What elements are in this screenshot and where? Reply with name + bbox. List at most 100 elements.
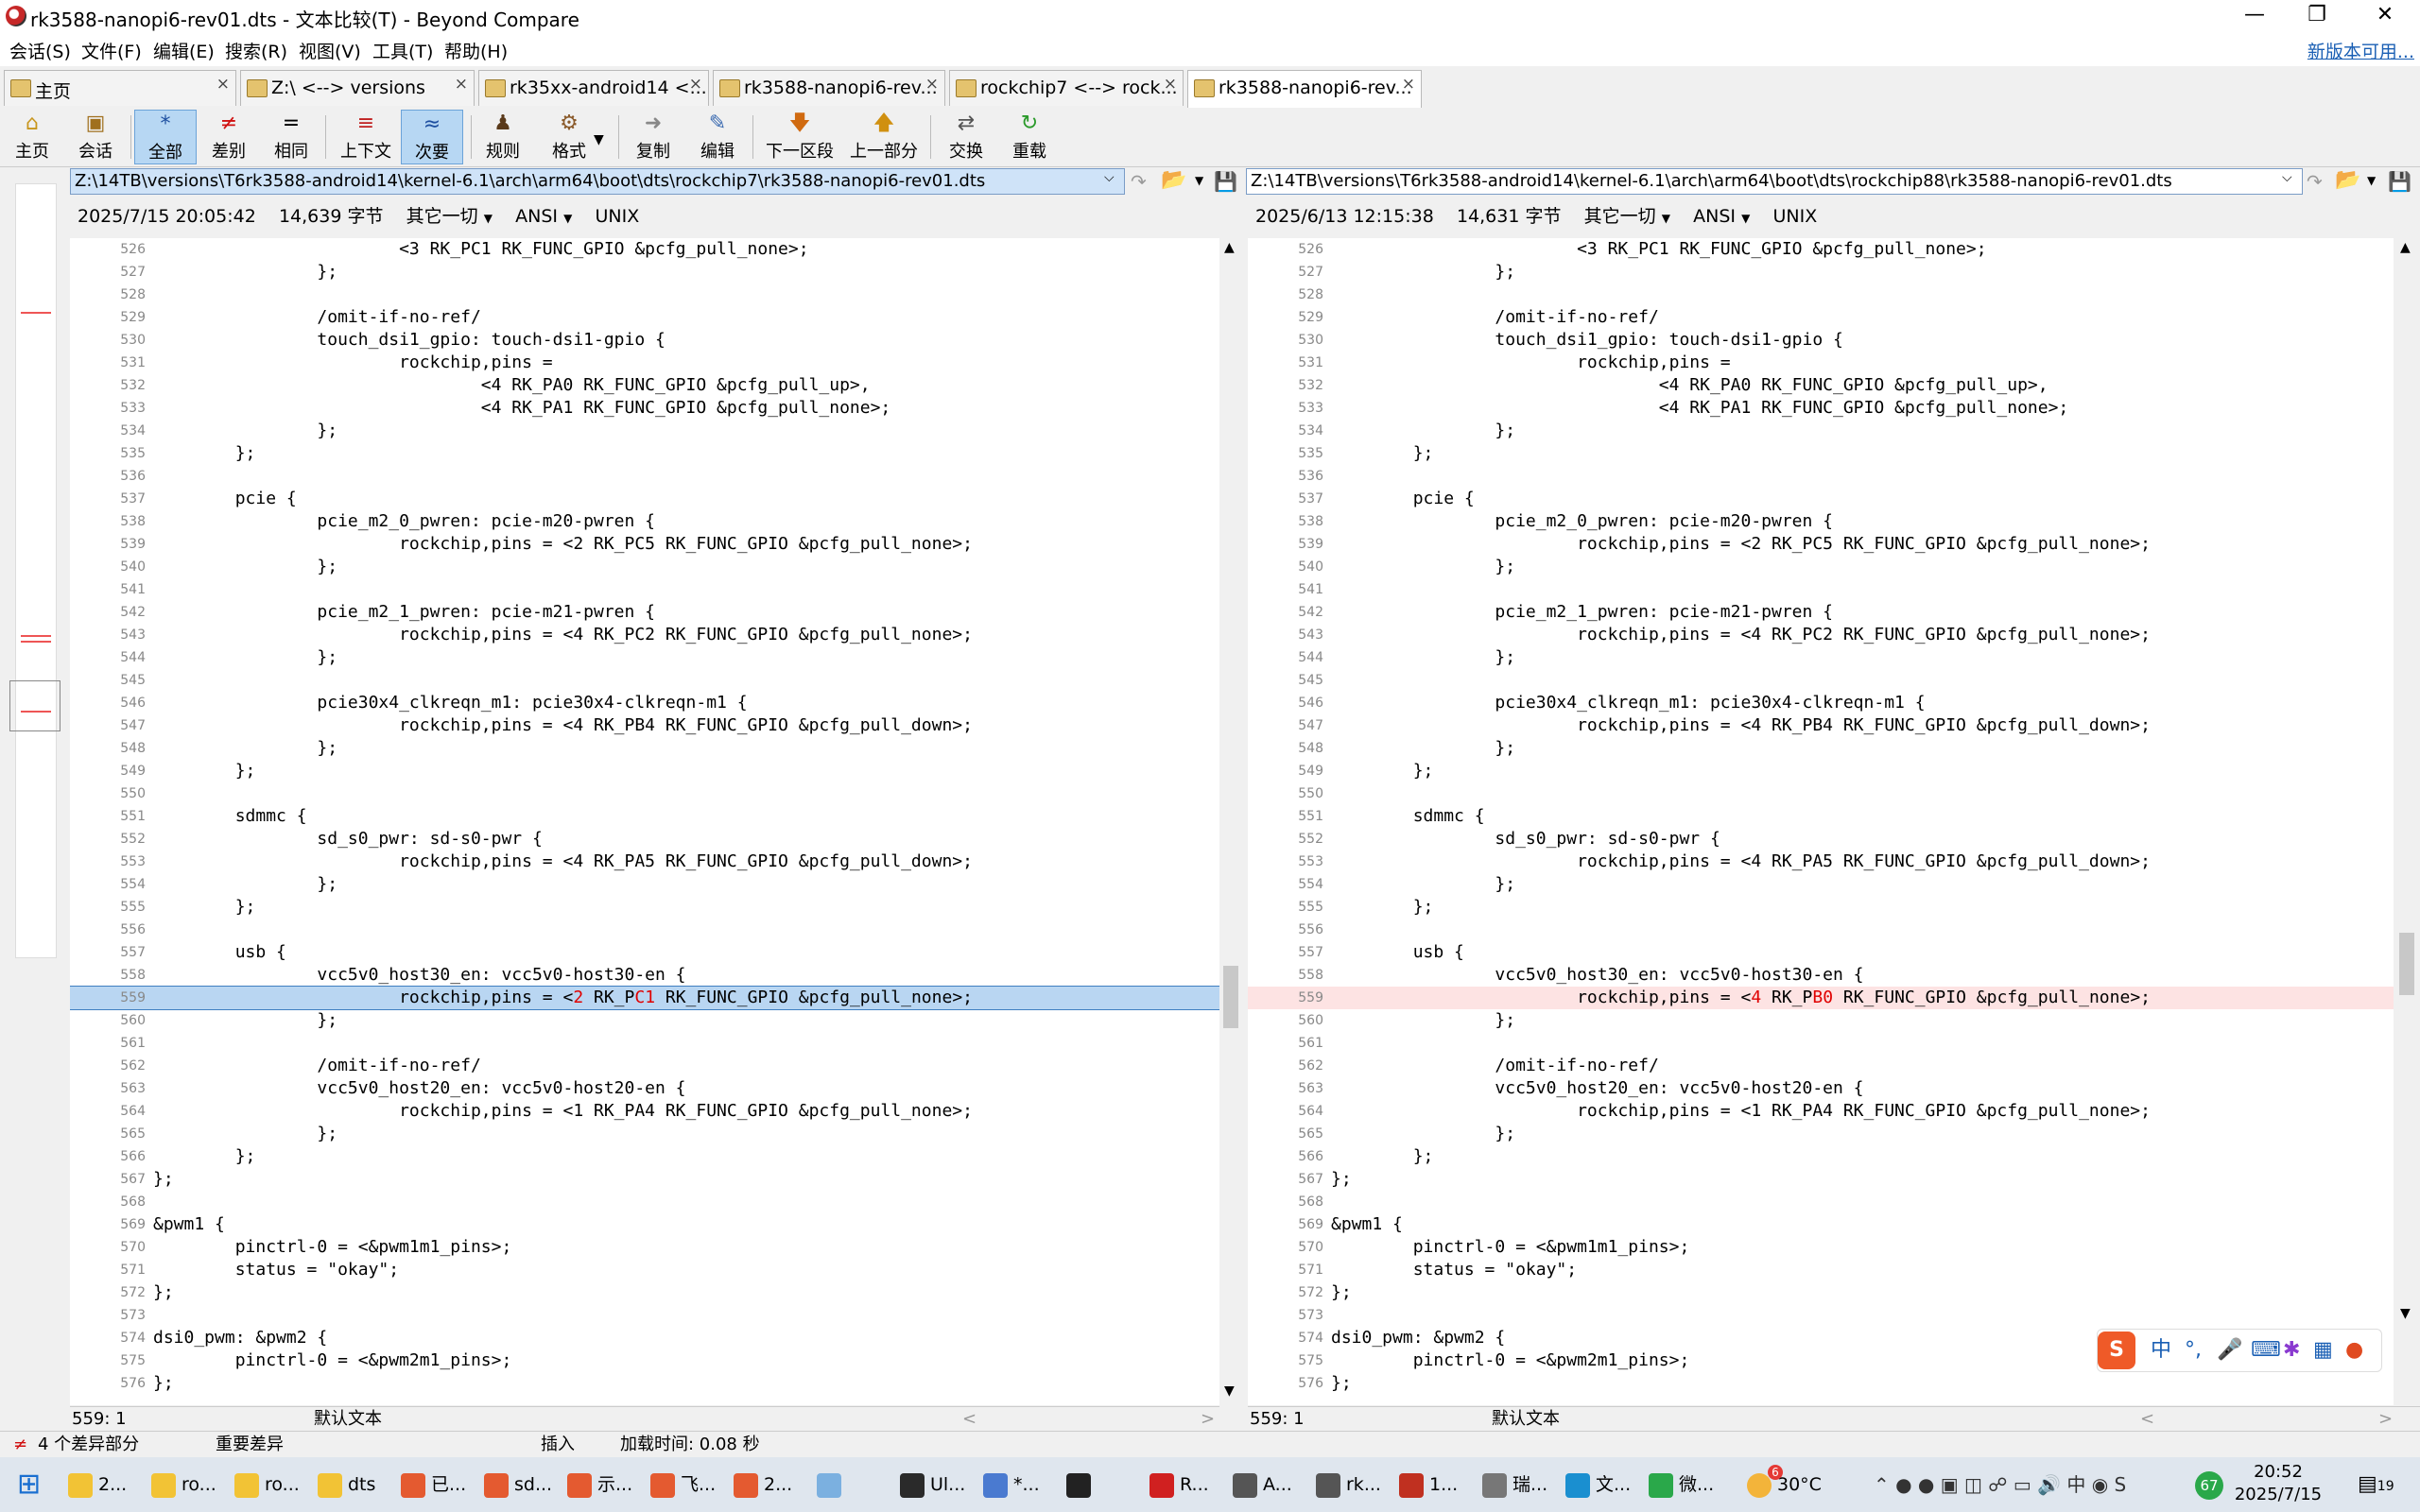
syntax-type[interactable]: 默认文本 — [314, 1407, 382, 1432]
code-line[interactable]: 535 }; — [70, 442, 1219, 465]
format-dropdown-icon[interactable]: ▼ — [594, 132, 604, 147]
left-scrollbar[interactable]: ▲ ▼ — [1221, 238, 1240, 1405]
code-line[interactable]: 535 }; — [1248, 442, 2394, 465]
code-line[interactable]: 532 <4 RK_PA0 RK_FUNC_GPIO &pcfg_pull_up… — [1248, 374, 2394, 397]
code-line[interactable]: 576}; — [70, 1372, 1219, 1395]
session-button[interactable]: ▣ 会话 — [62, 110, 129, 164]
ime-toolbar[interactable]: S 中 °, 🎤 ⌨ ✱ ▦ ● — [2097, 1329, 2382, 1372]
taskbar-app[interactable]: 飞... — [650, 1465, 716, 1504]
taskbar-app[interactable]: A... — [1233, 1465, 1292, 1504]
line-ending[interactable]: UNIX — [1772, 206, 1817, 227]
code-line[interactable]: 544 }; — [1248, 646, 2394, 669]
taskbar-app[interactable]: 示... — [567, 1465, 632, 1504]
minor-button[interactable]: ≈ 次要 — [401, 110, 463, 164]
chevron-down-icon[interactable]: ⌵ — [2282, 170, 2292, 185]
code-line[interactable]: 526 <3 RK_PC1 RK_FUNC_GPIO &pcfg_pull_no… — [1248, 238, 2394, 261]
code-line[interactable]: 545 — [70, 669, 1219, 692]
code-line[interactable]: 566 }; — [70, 1145, 1219, 1168]
code-line[interactable]: 569 &pwm1 { — [1248, 1213, 2394, 1236]
code-line[interactable]: 547 rockchip,pins = <4 RK_PB4 RK_FUNC_GP… — [1248, 714, 2394, 737]
scroll-left-icon[interactable]: < — [2140, 1407, 2154, 1432]
code-line[interactable]: 531 rockchip,pins = — [1248, 352, 2394, 374]
code-line[interactable]: 573 — [70, 1304, 1219, 1327]
taskbar-app[interactable]: *... — [983, 1465, 1040, 1504]
taskbar-app[interactable]: sd... — [484, 1465, 552, 1504]
overview-viewport[interactable] — [9, 680, 60, 731]
code-line[interactable]: 539 rockchip,pins = <2 RK_PC5 RK_FUNC_GP… — [1248, 533, 2394, 556]
code-line[interactable]: 557 usb { — [1248, 941, 2394, 964]
scroll-down-icon[interactable]: ▼ — [1224, 1383, 1235, 1399]
tab-home[interactable]: 主页 × — [4, 70, 236, 106]
swap-path-icon[interactable]: ↷ — [1131, 170, 1147, 193]
taskbar-app[interactable]: rk... — [1316, 1465, 1381, 1504]
tab-nanopi6-compare-1[interactable]: rk3588-nanopi6-rev... × — [713, 70, 945, 106]
code-line[interactable]: 554 }; — [1248, 873, 2394, 896]
code-line[interactable]: 534 }; — [1248, 420, 2394, 442]
code-line[interactable]: 538 pcie_m2_0_pwren: pcie-m20-pwren { — [1248, 510, 2394, 533]
taskbar-app[interactable]: 已... — [401, 1465, 466, 1504]
scroll-up-icon[interactable]: ▲ — [1224, 240, 1235, 255]
code-line[interactable]: 536 — [1248, 465, 2394, 488]
code-line[interactable]: 574 dsi0_pwm: &pwm2 { — [70, 1327, 1219, 1349]
code-line[interactable]: 526 <3 RK_PC1 RK_FUNC_GPIO &pcfg_pull_no… — [70, 238, 1219, 261]
code-line[interactable]: 572}; — [1248, 1281, 2394, 1304]
code-line[interactable]: 558 vcc5v0_host30_en: vcc5v0-host30-en { — [1248, 964, 2394, 987]
keyboard-icon[interactable]: ⌨ — [2251, 1330, 2281, 1371]
tab-folder-compare[interactable]: Z:\ <--> versions × — [240, 70, 475, 106]
chevron-down-icon[interactable]: ⌵ — [1104, 170, 1115, 185]
weather-widget[interactable]: 30°C 6 — [1747, 1465, 1822, 1504]
code-line[interactable]: 533 <4 RK_PA1 RK_FUNC_GPIO &pcfg_pull_no… — [1248, 397, 2394, 420]
code-line[interactable]: 536 — [70, 465, 1219, 488]
code-line[interactable]: 553 rockchip,pins = <4 RK_PA5 RK_FUNC_GP… — [1248, 850, 2394, 873]
code-line[interactable]: 549 }; — [1248, 760, 2394, 782]
close-button[interactable]: ✕ — [2354, 0, 2416, 32]
swap-button[interactable]: ⇄ 交换 — [942, 110, 991, 164]
left-text-pane[interactable]: 526 <3 RK_PC1 RK_FUNC_GPIO &pcfg_pull_no… — [70, 238, 1219, 1405]
code-line[interactable]: 544 }; — [70, 646, 1219, 669]
home-button[interactable]: ⌂ 主页 — [8, 110, 57, 164]
tray-icons[interactable]: ⌃ ● ● ▣ ◫ ☍ ▭ 🔊 中 ◉ S — [1874, 1465, 2126, 1504]
code-line[interactable]: 528 — [70, 284, 1219, 306]
code-line[interactable]: 567}; — [1248, 1168, 2394, 1191]
code-line[interactable]: 564 rockchip,pins = <1 RK_PA4 RK_FUNC_GP… — [70, 1100, 1219, 1123]
folder-open-icon[interactable]: 📂 — [2335, 168, 2360, 192]
code-line[interactable]: 555 }; — [1248, 896, 2394, 919]
show-same-button[interactable]: = 相同 — [263, 110, 320, 164]
code-line[interactable]: 562 /omit-if-no-ref/ — [70, 1055, 1219, 1077]
code-line[interactable]: 541 — [1248, 578, 2394, 601]
right-text-pane[interactable]: 526 <3 RK_PC1 RK_FUNC_GPIO &pcfg_pull_no… — [1248, 238, 2394, 1405]
code-line[interactable]: 545 — [1248, 669, 2394, 692]
line-ending[interactable]: UNIX — [595, 206, 639, 227]
taskbar-app[interactable]: dts — [318, 1465, 375, 1504]
code-line[interactable]: 568 — [70, 1191, 1219, 1213]
menu-edit[interactable]: 编辑(E) — [153, 38, 215, 63]
menu-help[interactable]: 帮助(H) — [444, 38, 508, 63]
code-line[interactable]: 561 — [70, 1032, 1219, 1055]
mascot-icon[interactable]: ● — [2345, 1330, 2363, 1371]
code-line[interactable]: 546 pcie30x4_clkreqn_m1: pcie30x4-clkreq… — [70, 692, 1219, 714]
code-line[interactable]: 560 }; — [70, 1009, 1219, 1032]
tab-rockchip7-compare[interactable]: rockchip7 <--> rock... × — [949, 70, 1184, 106]
code-line[interactable]: 548 }; — [70, 737, 1219, 760]
code-line[interactable]: 575 pinctrl-0 = <&pwm2m1_pins>; — [70, 1349, 1219, 1372]
scroll-right-icon[interactable]: > — [1201, 1407, 1215, 1432]
code-line[interactable]: 576}; — [1248, 1372, 2394, 1395]
menu-file[interactable]: 文件(F) — [81, 38, 142, 63]
code-line[interactable]: 542 pcie_m2_1_pwren: pcie-m21-pwren { — [70, 601, 1219, 624]
code-line[interactable]: 563 vcc5v0_host20_en: vcc5v0-host20-en { — [70, 1077, 1219, 1100]
tab-android14-compare[interactable]: rk35xx-android14 <... × — [478, 70, 709, 106]
code-line[interactable]: 538 pcie_m2_0_pwren: pcie-m20-pwren { — [70, 510, 1219, 533]
microphone-icon[interactable]: 🎤 — [2217, 1330, 2242, 1371]
code-line[interactable]: 539 rockchip,pins = <2 RK_PC5 RK_FUNC_GP… — [70, 533, 1219, 556]
close-icon[interactable]: × — [455, 75, 468, 94]
code-line[interactable]: 570 pinctrl-0 = <&pwm1m1_pins>; — [70, 1236, 1219, 1259]
save-icon[interactable]: 💾 — [1214, 170, 1237, 193]
code-line[interactable]: 549 }; — [70, 760, 1219, 782]
code-line[interactable]: 543 rockchip,pins = <4 RK_PC2 RK_FUNC_GP… — [70, 624, 1219, 646]
code-line[interactable]: 569 &pwm1 { — [70, 1213, 1219, 1236]
taskbar-app[interactable]: 2... — [734, 1465, 792, 1504]
scroll-right-icon[interactable]: > — [2378, 1407, 2393, 1432]
next-section-button[interactable]: 🡇 下一区段 — [762, 110, 838, 164]
menu-session[interactable]: 会话(S) — [9, 38, 71, 63]
menu-search[interactable]: 搜索(R) — [225, 38, 287, 63]
